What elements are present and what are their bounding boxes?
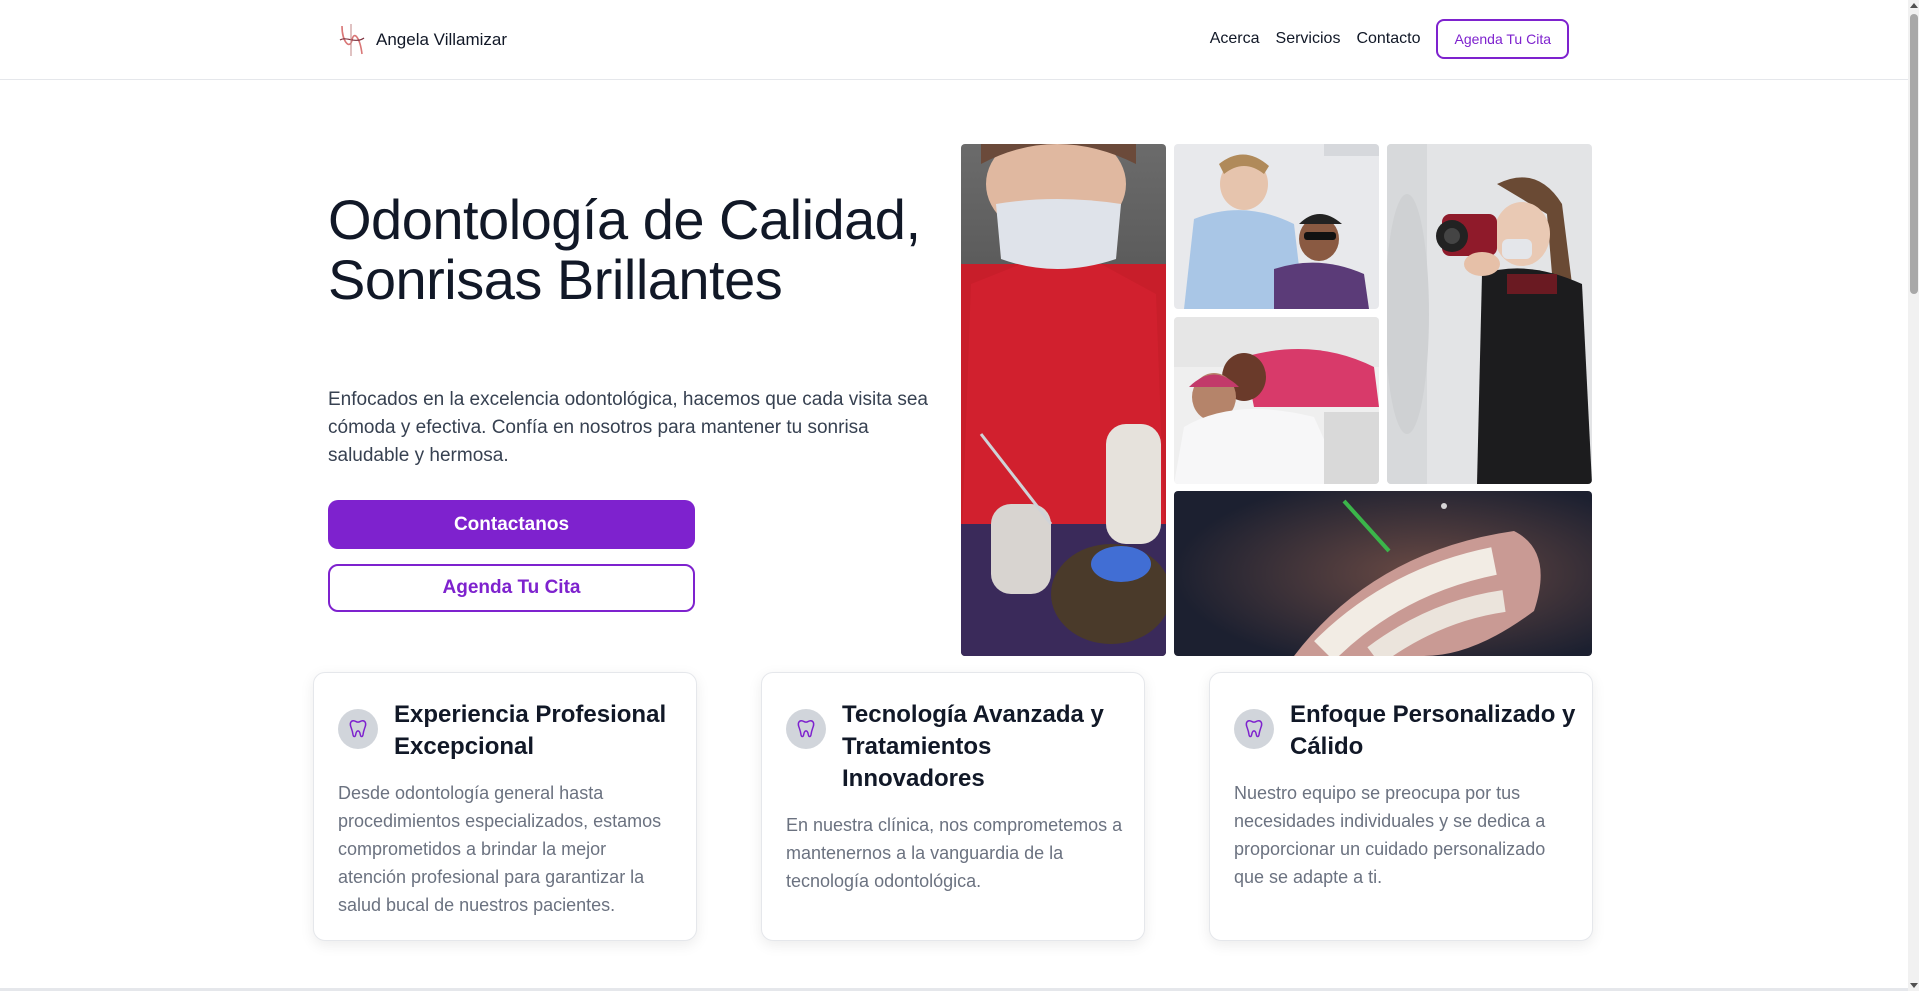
brand-link[interactable]: Angela Villamizar <box>336 18 507 62</box>
feature-card-tecnologia: Tecnología Avanzada y Tratamientos Innov… <box>761 672 1145 941</box>
feature-title: Tecnología Avanzada y Tratamientos Innov… <box>842 701 1104 792</box>
dentist-treating-patient-photo <box>961 144 1166 656</box>
hero-subtitle: Enfocados en la excelencia odontológica,… <box>328 389 928 466</box>
feature-card-experiencia: Experiencia Profesional Excepcional Desd… <box>313 672 697 941</box>
feature-title: Enfoque Personalizado y Cálido <box>1290 701 1576 760</box>
brand-name: Angela Villamizar <box>376 30 508 49</box>
appointment-button[interactable]: Agenda Tu Cita <box>328 564 695 612</box>
tooth-icon <box>338 709 378 749</box>
header-appointment-button[interactable]: Agenda Tu Cita <box>1436 19 1569 59</box>
main-nav: Acerca Servicios Contacto Agenda Tu Cita <box>1210 19 1569 59</box>
teeth-closeup-photo <box>1174 491 1592 656</box>
scroll-down-arrow-icon[interactable] <box>1910 983 1918 988</box>
logo-icon <box>339 24 365 56</box>
woman-with-camera-photo <box>1387 144 1592 484</box>
nav-link-acerca[interactable]: Acerca <box>1210 30 1260 48</box>
child-patient-photo <box>1174 317 1379 484</box>
tooth-icon <box>1234 709 1274 749</box>
hero-title: Odontología de Calidad, Sonrisas Brillan… <box>328 188 921 311</box>
tooth-icon <box>786 709 826 749</box>
contact-button[interactable]: Contactanos <box>328 500 695 549</box>
feature-text: Nuestro equipo se preocupa por tus neces… <box>1234 783 1546 887</box>
feature-text: En nuestra clínica, nos comprometemos a … <box>786 815 1123 891</box>
feature-card-enfoque: Enfoque Personalizado y Cálido Nuestro e… <box>1209 672 1593 941</box>
nav-link-servicios[interactable]: Servicios <box>1276 30 1341 48</box>
site-header: Angela Villamizar Acerca Servicios Conta… <box>0 0 1908 80</box>
nav-link-contacto[interactable]: Contacto <box>1356 30 1420 48</box>
page-scrollbar[interactable] <box>1908 0 1919 991</box>
scroll-up-arrow-icon[interactable] <box>1910 3 1918 8</box>
feature-text: Desde odontología general hasta procedim… <box>338 783 662 915</box>
feature-title: Experiencia Profesional Excepcional <box>394 701 667 760</box>
scroll-thumb[interactable] <box>1910 14 1918 294</box>
dentist-with-patient-photo <box>1174 144 1379 309</box>
